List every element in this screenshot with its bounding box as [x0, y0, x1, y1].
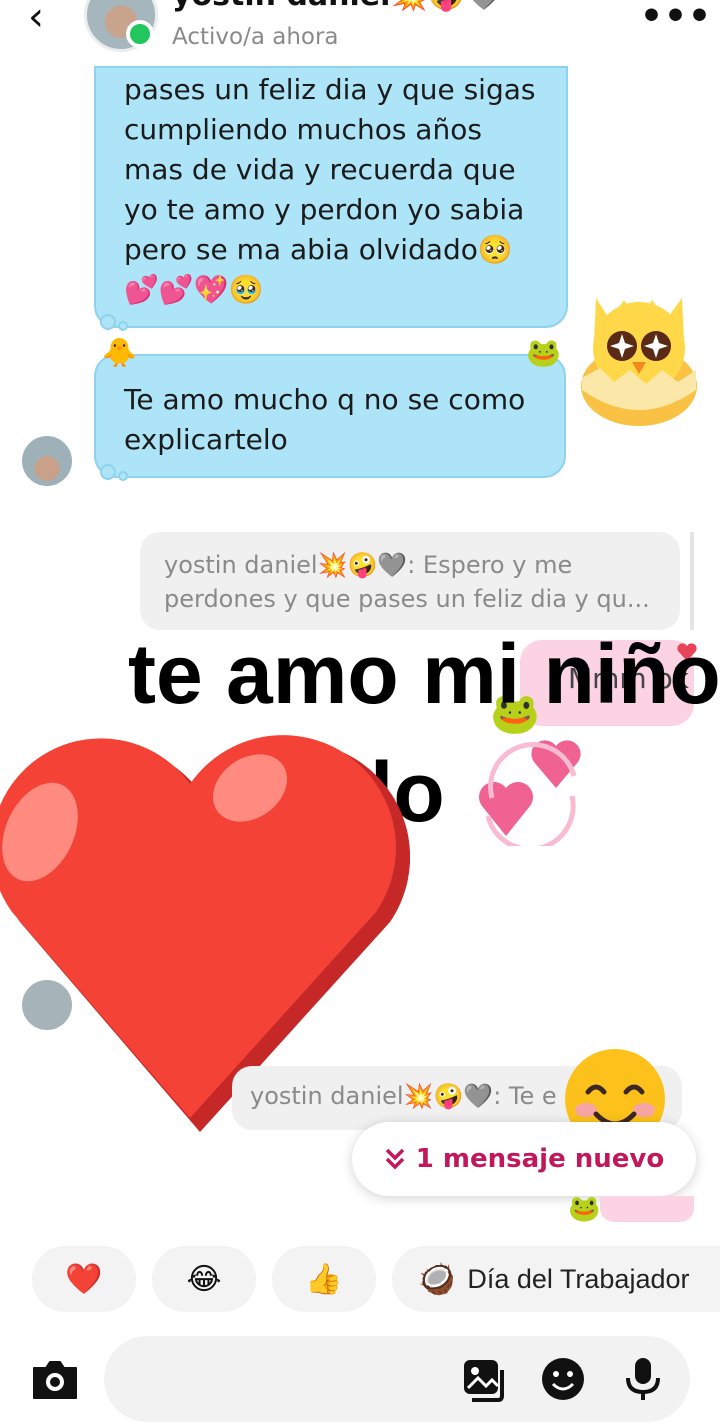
overlay-text: te amo mi niño: [128, 627, 720, 721]
chick-decoration-icon: 🐥: [102, 336, 137, 369]
sticker-icon[interactable]: [540, 1356, 586, 1402]
message-bubble[interactable]: Te amo mucho q no se como explicartelo: [94, 354, 566, 478]
laughing-face-icon: 😂: [186, 1261, 222, 1297]
thumbs-up-icon: 👍: [305, 1261, 343, 1297]
reply-preview-line: yostin daniel💥🤪🩶: Espero y me: [164, 551, 573, 579]
reply-indicator-bar: [690, 532, 694, 630]
coconut-icon: 🥥: [418, 1261, 456, 1297]
online-indicator: [126, 20, 154, 48]
reply-preview[interactable]: yostin daniel💥🤪🩶: Espero y me perdones y…: [140, 532, 680, 630]
double-chevron-down-icon: [385, 1148, 405, 1170]
more-dots-icon[interactable]: •••: [640, 0, 712, 37]
quick-reaction-label: Día del Trabajador: [467, 1263, 690, 1294]
microphone-icon[interactable]: [620, 1356, 666, 1402]
message-line: explicartelo: [124, 423, 288, 456]
bubble-tail-icon: [100, 314, 128, 331]
chat-header: ‹ yostin daniel💥🤪🩶 Activo/a ahora •••: [0, 0, 720, 64]
two-hearts-icon: [479, 740, 581, 846]
message-bubble[interactable]: pases un feliz dia y que sigas cumpliend…: [94, 66, 568, 328]
message-line: cumpliendo muchos años: [124, 113, 482, 146]
frog-sticker-icon: 🐸: [568, 1194, 601, 1224]
frog-decoration-icon: 🐸: [526, 336, 561, 369]
quick-reaction-heart[interactable]: ❤️: [32, 1246, 136, 1312]
sent-message-bubble[interactable]: [600, 1196, 694, 1222]
message-line: Te amo mucho q no se como: [124, 383, 526, 416]
quick-reaction-laugh[interactable]: 😂: [152, 1246, 256, 1312]
hatching-chick-sticker-icon: [581, 298, 697, 426]
message-input[interactable]: [104, 1336, 690, 1422]
chevron-left-icon[interactable]: ‹: [28, 0, 44, 40]
message-line: 💕💕💖🥹: [124, 273, 264, 306]
message-line: pero se ma abia olvidado🥺: [124, 233, 513, 266]
contact-name[interactable]: yostin daniel💥🤪🩶: [172, 0, 503, 13]
quick-reaction-thumbs-up[interactable]: 👍: [272, 1246, 376, 1312]
new-message-button[interactable]: 1 mensaje nuevo: [352, 1122, 696, 1196]
new-message-label: 1 mensaje nuevo: [415, 1144, 665, 1174]
message-line: mas de vida y recuerda que: [124, 153, 516, 186]
active-status: Activo/a ahora: [172, 24, 339, 50]
heart-icon: ❤️: [65, 1261, 103, 1297]
sender-avatar[interactable]: [22, 436, 72, 486]
reply-preview-line: perdones y que pases un feliz dia y qu..…: [164, 585, 650, 613]
message-line: yo te amo y perdon yo sabia: [124, 193, 525, 226]
camera-icon[interactable]: [30, 1354, 80, 1404]
message-line: pases un feliz dia y que sigas: [124, 73, 536, 106]
gallery-icon[interactable]: [460, 1356, 506, 1402]
bubble-tail-icon: [100, 464, 128, 481]
quick-reaction-worker-day[interactable]: 🥥 Día del Trabajador: [392, 1246, 720, 1312]
